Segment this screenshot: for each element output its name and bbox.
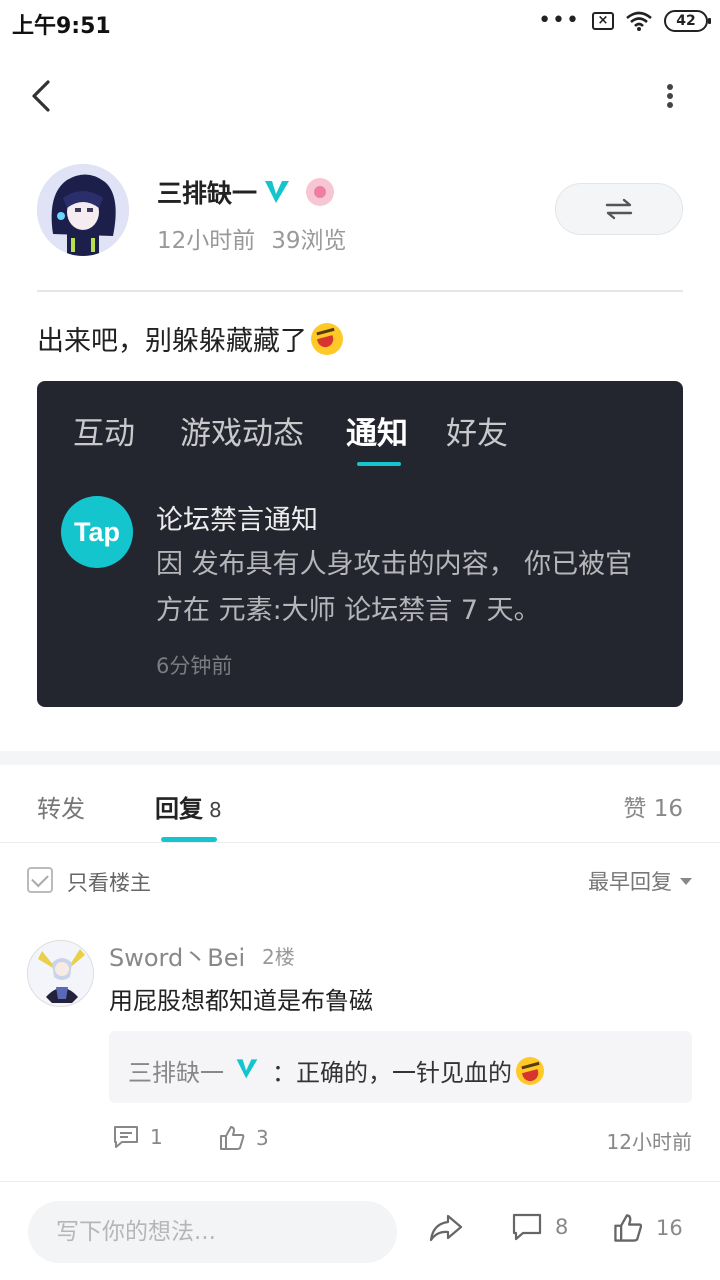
reply-text: ：正确的，一针见血的: [272, 1053, 544, 1088]
reply-text-content: ：正确的，一针见血的: [272, 1059, 512, 1087]
image-tab-game-news: 游戏动态: [180, 416, 304, 452]
floor-number: 2楼: [262, 945, 295, 969]
commenter-avatar[interactable]: [27, 940, 94, 1007]
tab-reply[interactable]: 回复 8: [155, 789, 222, 824]
tab-reply-count: 8: [209, 798, 222, 822]
notice-time: 6分钟前: [156, 654, 233, 678]
comment-reply-button[interactable]: 1: [112, 1124, 163, 1150]
thumbs-up-icon: [220, 1126, 245, 1150]
commenter-avatar-image: [28, 941, 93, 1006]
comment-input[interactable]: [28, 1201, 397, 1263]
author-name[interactable]: 三排缺一: [157, 174, 257, 210]
comments-button[interactable]: 8: [511, 1212, 568, 1242]
comment-like-count: 3: [256, 1126, 269, 1150]
image-tab-notice: 通知: [346, 416, 408, 452]
section-separator: [0, 751, 720, 765]
thumbs-up-icon: [614, 1214, 643, 1242]
verified-v-icon: [265, 181, 289, 203]
share-button[interactable]: [428, 1212, 464, 1244]
avatar-image: [37, 164, 129, 256]
comment-time: 12小时前: [606, 1130, 692, 1154]
comment-icon: [512, 1213, 542, 1241]
tab-likes[interactable]: 赞 16: [623, 789, 683, 823]
notice-title: 论坛禁言通知: [156, 505, 318, 536]
battery-icon: 42: [664, 10, 711, 32]
sort-label: 最早回复: [588, 870, 672, 894]
sort-dropdown[interactable]: 最早回复: [588, 866, 692, 896]
more-vertical-icon: [667, 84, 673, 108]
likes-count: 16: [656, 1216, 683, 1240]
tab-forward[interactable]: 转发: [37, 789, 85, 824]
view-count: 39浏览: [271, 228, 347, 254]
chevron-left-icon: [32, 80, 50, 112]
tabs-divider: [0, 842, 720, 843]
image-tab-interaction: 互动: [73, 416, 135, 452]
author-avatar[interactable]: [37, 164, 129, 256]
status-time: 上午9:51: [12, 14, 111, 39]
image-tab-indicator: [357, 462, 401, 466]
laughing-emoji-icon: [311, 322, 343, 355]
notice-body: 因 发布具有人身攻击的内容， 你已被官方在 元素:大师 论坛禁言 7 天。: [156, 549, 633, 626]
laughing-emoji-icon: [516, 1056, 544, 1085]
comment-icon: [114, 1126, 138, 1148]
switch-button[interactable]: [555, 183, 683, 235]
share-arrow-icon: [429, 1214, 463, 1242]
comment-text: 用屁股想都知道是布鲁磁: [109, 987, 373, 1015]
comment-reply-count: 1: [150, 1125, 163, 1149]
post-text-content: 出来吧，别躲躲藏藏了: [37, 326, 307, 357]
reply-author[interactable]: 三排缺一: [128, 1053, 224, 1088]
only-op-label[interactable]: 只看楼主: [67, 867, 151, 897]
user-badge-icon: [306, 178, 334, 206]
post-text: 出来吧，别躲躲藏藏了: [37, 319, 343, 358]
taptap-logo: Tap: [61, 496, 133, 568]
image-tab-friends: 好友: [446, 416, 508, 452]
comment-like-button[interactable]: 3: [218, 1124, 269, 1152]
comments-count: 8: [555, 1215, 569, 1239]
status-icons: ••• × 42: [538, 8, 711, 33]
divider: [37, 290, 683, 292]
more-options-button[interactable]: [654, 78, 686, 118]
more-notifications-icon: •••: [538, 8, 580, 33]
sim-icon: ×: [592, 12, 614, 30]
wifi-icon: [626, 11, 652, 31]
post-time: 12小时前: [157, 228, 256, 254]
only-op-checkbox[interactable]: [27, 867, 53, 893]
bottom-bar-divider: [0, 1181, 720, 1182]
post-meta: 12小时前 39浏览: [157, 221, 347, 255]
back-button[interactable]: [24, 74, 60, 118]
tab-reply-label: 回复: [155, 795, 203, 823]
swap-arrows-icon: [605, 198, 633, 220]
verified-v-icon: [236, 1059, 258, 1079]
commenter-name[interactable]: Sword丶Bei: [109, 938, 245, 973]
like-button[interactable]: 16: [612, 1212, 683, 1244]
caret-down-icon: [680, 877, 692, 885]
